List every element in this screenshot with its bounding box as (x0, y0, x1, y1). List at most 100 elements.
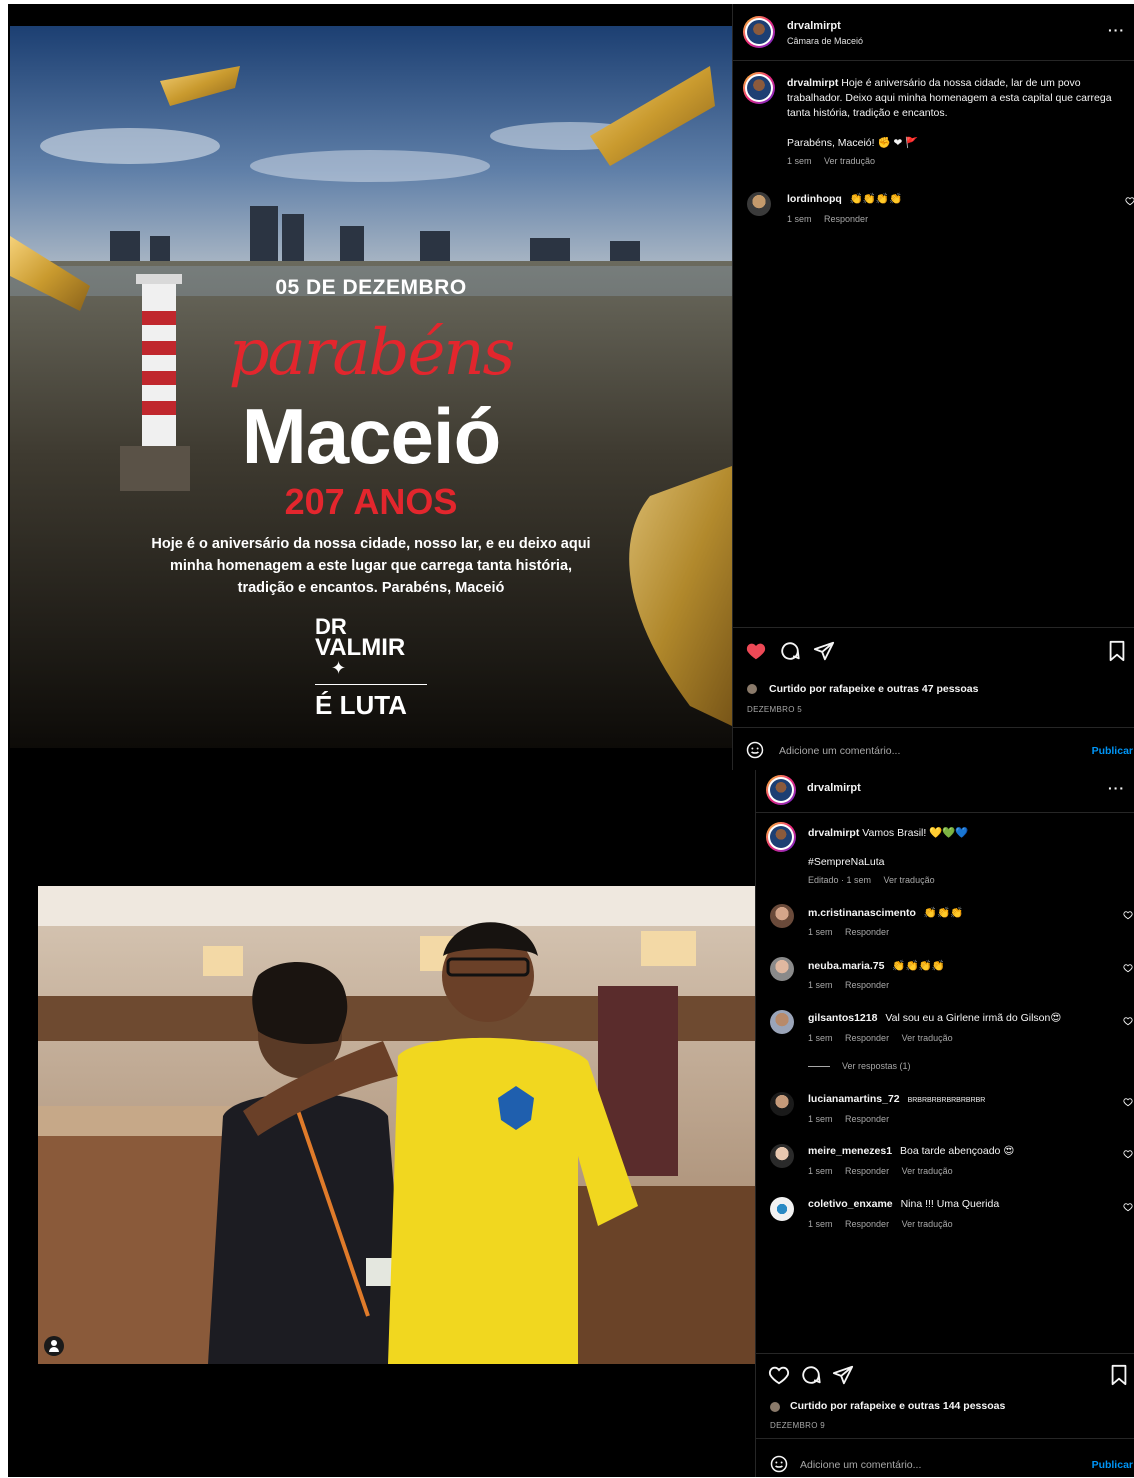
comment-icon[interactable] (800, 1364, 822, 1386)
comment-time: 1 sem (808, 1166, 833, 1176)
comment-time: 1 sem (808, 1114, 833, 1124)
post-2-image[interactable] (38, 886, 756, 1364)
comment-text: Nina !!! Uma Querida (900, 1198, 1000, 1210)
post-2-likes[interactable]: Curtido por rafapeixe e outras 144 pesso… (790, 1400, 1005, 1412)
comment-reply-link[interactable]: Responder (845, 1114, 889, 1124)
comment-reply-link[interactable]: Responder (845, 1033, 889, 1043)
comment-reply-link[interactable]: Responder (845, 1166, 889, 1176)
caption-time: 1 sem (787, 156, 812, 166)
logo-line-3: É LUTA (315, 690, 407, 720)
comment-avatar[interactable] (770, 1197, 794, 1221)
comment-reply-link[interactable]: Responder (845, 927, 889, 937)
comment-reply-link[interactable]: Responder (845, 980, 889, 990)
post-1-likes[interactable]: Curtido por rafapeixe e outras 47 pessoa… (769, 683, 979, 695)
post-1-date[interactable]: DEZEMBRO 5 (747, 705, 802, 714)
comment-text: 👏👏👏👏 (849, 193, 903, 205)
post-2-date[interactable]: DEZEMBRO 9 (770, 1421, 825, 1430)
comment-username[interactable]: coletivo_enxame (808, 1198, 893, 1210)
comment-avatar[interactable] (770, 1092, 794, 1116)
post-1-add-comment: Adicione um comentário... Publicar (733, 727, 1134, 771)
post-2-author-avatar[interactable] (766, 775, 796, 805)
logo-line-2: VALMIR (315, 634, 406, 661)
caption-translate-link[interactable]: Ver tradução (824, 156, 875, 166)
comment-translate-link[interactable]: Ver tradução (902, 1166, 953, 1176)
comment-icon[interactable] (779, 640, 801, 662)
comment-username[interactable]: gilsantos1218 (808, 1012, 877, 1024)
comment-input[interactable]: Adicione um comentário... (800, 1459, 921, 1471)
poster-script-word: parabéns (228, 316, 516, 390)
comment-3-meta: 1 sem Responder Ver tradução (808, 1033, 963, 1043)
comment-1-meta: 1 sem Responder (808, 927, 899, 937)
caption-edited: Editado · 1 sem (808, 875, 872, 885)
comment-reply-link[interactable]: Responder (824, 214, 868, 224)
comment-text: 👏👏👏 (923, 907, 964, 919)
share-icon[interactable] (813, 640, 835, 662)
comment-reply-link[interactable]: Responder (845, 1219, 889, 1229)
comment-username[interactable]: lordinhopq (787, 193, 842, 205)
caption-translate-link[interactable]: Ver tradução (884, 875, 935, 885)
post-1-caption-meta: 1 sem Ver tradução (787, 156, 885, 166)
tagged-people-icon[interactable] (44, 1336, 64, 1356)
comment-3: gilsantos1218 Val sou eu a Girlene irmã … (808, 1012, 1061, 1024)
heart-filled-icon[interactable] (745, 640, 767, 662)
comment-1: lordinhopq 👏👏👏👏 (787, 192, 902, 205)
comment-time: 1 sem (808, 927, 833, 937)
comment-like-icon[interactable] (1123, 1016, 1133, 1026)
heart-icon[interactable] (768, 1364, 790, 1386)
post-2-caption-avatar[interactable] (766, 822, 796, 852)
comment-time: 1 sem (808, 1033, 833, 1043)
post-1-location[interactable]: Câmara de Maceió (787, 36, 863, 46)
view-replies-line (808, 1066, 830, 1067)
comment-avatar[interactable] (770, 957, 794, 981)
post-1-image[interactable]: 05 DE DEZEMBRO parabéns Maceió 207 ANOS … (10, 26, 732, 748)
comment-avatar[interactable] (770, 1010, 794, 1034)
comment-text: 👏👏👏👏 (892, 960, 945, 972)
comment-like-icon[interactable] (1123, 1149, 1133, 1159)
comment-like-icon[interactable] (1123, 910, 1133, 920)
comment-like-icon[interactable] (1123, 963, 1133, 973)
poster-message-line-3: tradição e encantos. Parabéns, Maceió (237, 580, 505, 596)
post-2-hashtag[interactable]: #SempreNaLuta (808, 855, 884, 870)
liked-by-avatar[interactable] (770, 1402, 780, 1412)
caption-text: Vamos Brasil! 💛💚💙 (862, 827, 969, 839)
emoji-icon[interactable] (746, 741, 764, 759)
post-1-caption-avatar[interactable] (743, 72, 775, 104)
bookmark-icon[interactable] (1109, 1364, 1129, 1386)
publish-button[interactable]: Publicar (1092, 745, 1133, 757)
comment-translate-link[interactable]: Ver tradução (902, 1033, 953, 1043)
comment-input[interactable]: Adicione um comentário... (779, 745, 900, 757)
comment-username[interactable]: m.cristinanascimento (808, 907, 916, 919)
publish-button[interactable]: Publicar (1092, 1459, 1133, 1471)
bookmark-icon[interactable] (1107, 640, 1127, 662)
post-2-author-username[interactable]: drvalmirpt (807, 782, 861, 794)
post-1-author-avatar[interactable] (743, 16, 775, 48)
post-1-header: drvalmirpt Câmara de Maceió ··· (733, 4, 1134, 61)
comment-username[interactable]: meire_menezes1 (808, 1145, 892, 1157)
post-1-caption: drvalmirpt Hoje é aniversário da nossa c… (787, 76, 1117, 121)
post-2: drvalmirpt ··· drvalmirpt Vamos Brasil! … (8, 770, 1134, 1477)
post-1-author-username[interactable]: drvalmirpt (787, 20, 841, 32)
comment-avatar[interactable] (747, 192, 771, 216)
comment-like-icon[interactable] (1123, 1097, 1133, 1107)
comment-avatar[interactable] (770, 1144, 794, 1168)
logo-divider (315, 684, 427, 685)
comment-translate-link[interactable]: Ver tradução (902, 1219, 953, 1229)
comment-like-icon[interactable] (1125, 196, 1134, 206)
view-replies-link[interactable]: Ver respostas (1) (842, 1061, 911, 1071)
caption-username[interactable]: drvalmirpt (808, 827, 859, 839)
comment-time: 1 sem (787, 214, 812, 224)
liked-by-avatar[interactable] (747, 684, 757, 694)
post-2-more-options-button[interactable]: ··· (1108, 780, 1125, 796)
post-1: 05 DE DEZEMBRO parabéns Maceió 207 ANOS … (8, 4, 1134, 770)
share-icon[interactable] (832, 1364, 854, 1386)
emoji-icon[interactable] (770, 1455, 788, 1473)
comment-6: coletivo_enxame Nina !!! Uma Querida (808, 1198, 999, 1210)
comment-avatar[interactable] (770, 904, 794, 928)
post-1-more-options-button[interactable]: ··· (1108, 22, 1125, 38)
comment-5: meire_menezes1 Boa tarde abençoado 😍 (808, 1145, 1014, 1157)
comment-like-icon[interactable] (1123, 1202, 1133, 1212)
comment-username[interactable]: neuba.maria.75 (808, 960, 884, 972)
comment-2: neuba.maria.75 👏👏👏👏 (808, 959, 945, 972)
comment-username[interactable]: lucianamartins_72 (808, 1093, 900, 1105)
caption-username[interactable]: drvalmirpt (787, 77, 838, 89)
